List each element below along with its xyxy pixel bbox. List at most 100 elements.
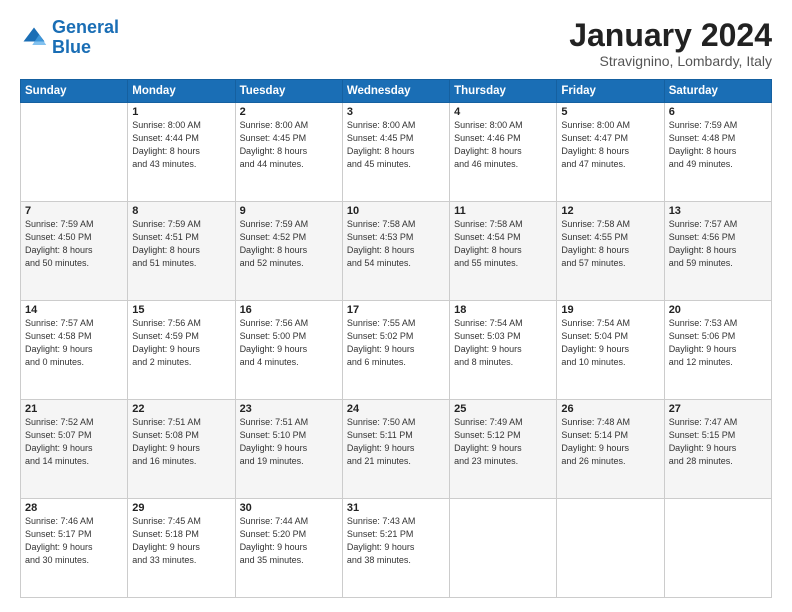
day-number: 22 bbox=[132, 403, 230, 415]
day-info: Sunrise: 7:51 AM Sunset: 5:08 PM Dayligh… bbox=[132, 416, 230, 468]
table-row: 22Sunrise: 7:51 AM Sunset: 5:08 PM Dayli… bbox=[128, 400, 235, 499]
col-friday: Friday bbox=[557, 80, 664, 103]
day-number: 16 bbox=[240, 304, 338, 316]
title-block: January 2024 Stravignino, Lombardy, Ital… bbox=[569, 18, 772, 69]
day-number: 4 bbox=[454, 106, 552, 118]
day-info: Sunrise: 8:00 AM Sunset: 4:45 PM Dayligh… bbox=[240, 119, 338, 171]
table-row: 25Sunrise: 7:49 AM Sunset: 5:12 PM Dayli… bbox=[450, 400, 557, 499]
calendar-table: Sunday Monday Tuesday Wednesday Thursday… bbox=[20, 79, 772, 598]
table-row: 7Sunrise: 7:59 AM Sunset: 4:50 PM Daylig… bbox=[21, 202, 128, 301]
day-info: Sunrise: 7:59 AM Sunset: 4:51 PM Dayligh… bbox=[132, 218, 230, 270]
day-number: 20 bbox=[669, 304, 767, 316]
day-info: Sunrise: 7:56 AM Sunset: 5:00 PM Dayligh… bbox=[240, 317, 338, 369]
day-info: Sunrise: 7:59 AM Sunset: 4:48 PM Dayligh… bbox=[669, 119, 767, 171]
day-info: Sunrise: 7:46 AM Sunset: 5:17 PM Dayligh… bbox=[25, 515, 123, 567]
table-row: 24Sunrise: 7:50 AM Sunset: 5:11 PM Dayli… bbox=[342, 400, 449, 499]
table-row: 16Sunrise: 7:56 AM Sunset: 5:00 PM Dayli… bbox=[235, 301, 342, 400]
day-number: 7 bbox=[25, 205, 123, 217]
table-row: 29Sunrise: 7:45 AM Sunset: 5:18 PM Dayli… bbox=[128, 499, 235, 598]
day-number: 13 bbox=[669, 205, 767, 217]
day-info: Sunrise: 7:52 AM Sunset: 5:07 PM Dayligh… bbox=[25, 416, 123, 468]
day-info: Sunrise: 7:56 AM Sunset: 4:59 PM Dayligh… bbox=[132, 317, 230, 369]
col-monday: Monday bbox=[128, 80, 235, 103]
table-row bbox=[450, 499, 557, 598]
day-info: Sunrise: 7:59 AM Sunset: 4:50 PM Dayligh… bbox=[25, 218, 123, 270]
location: Stravignino, Lombardy, Italy bbox=[569, 53, 772, 69]
day-number: 24 bbox=[347, 403, 445, 415]
day-number: 1 bbox=[132, 106, 230, 118]
table-row bbox=[557, 499, 664, 598]
day-number: 23 bbox=[240, 403, 338, 415]
day-info: Sunrise: 7:54 AM Sunset: 5:03 PM Dayligh… bbox=[454, 317, 552, 369]
table-row: 15Sunrise: 7:56 AM Sunset: 4:59 PM Dayli… bbox=[128, 301, 235, 400]
header: General Blue January 2024 Stravignino, L… bbox=[20, 18, 772, 69]
day-info: Sunrise: 8:00 AM Sunset: 4:44 PM Dayligh… bbox=[132, 119, 230, 171]
table-row: 30Sunrise: 7:44 AM Sunset: 5:20 PM Dayli… bbox=[235, 499, 342, 598]
day-number: 5 bbox=[561, 106, 659, 118]
table-row: 13Sunrise: 7:57 AM Sunset: 4:56 PM Dayli… bbox=[664, 202, 771, 301]
day-number: 29 bbox=[132, 502, 230, 514]
day-number: 3 bbox=[347, 106, 445, 118]
page: General Blue January 2024 Stravignino, L… bbox=[0, 0, 792, 612]
table-row: 8Sunrise: 7:59 AM Sunset: 4:51 PM Daylig… bbox=[128, 202, 235, 301]
day-number: 18 bbox=[454, 304, 552, 316]
day-number: 19 bbox=[561, 304, 659, 316]
table-row: 17Sunrise: 7:55 AM Sunset: 5:02 PM Dayli… bbox=[342, 301, 449, 400]
day-number: 30 bbox=[240, 502, 338, 514]
col-sunday: Sunday bbox=[21, 80, 128, 103]
day-number: 2 bbox=[240, 106, 338, 118]
day-info: Sunrise: 7:51 AM Sunset: 5:10 PM Dayligh… bbox=[240, 416, 338, 468]
calendar-week-row: 1Sunrise: 8:00 AM Sunset: 4:44 PM Daylig… bbox=[21, 103, 772, 202]
logo-line2: Blue bbox=[52, 37, 91, 57]
day-info: Sunrise: 7:48 AM Sunset: 5:14 PM Dayligh… bbox=[561, 416, 659, 468]
table-row: 2Sunrise: 8:00 AM Sunset: 4:45 PM Daylig… bbox=[235, 103, 342, 202]
day-info: Sunrise: 7:57 AM Sunset: 4:56 PM Dayligh… bbox=[669, 218, 767, 270]
day-info: Sunrise: 7:53 AM Sunset: 5:06 PM Dayligh… bbox=[669, 317, 767, 369]
logo-text: General Blue bbox=[52, 18, 119, 58]
col-wednesday: Wednesday bbox=[342, 80, 449, 103]
logo: General Blue bbox=[20, 18, 119, 58]
logo-line1: General bbox=[52, 17, 119, 37]
day-number: 9 bbox=[240, 205, 338, 217]
day-number: 25 bbox=[454, 403, 552, 415]
day-number: 28 bbox=[25, 502, 123, 514]
day-info: Sunrise: 7:50 AM Sunset: 5:11 PM Dayligh… bbox=[347, 416, 445, 468]
calendar-week-row: 14Sunrise: 7:57 AM Sunset: 4:58 PM Dayli… bbox=[21, 301, 772, 400]
table-row: 31Sunrise: 7:43 AM Sunset: 5:21 PM Dayli… bbox=[342, 499, 449, 598]
calendar-week-row: 7Sunrise: 7:59 AM Sunset: 4:50 PM Daylig… bbox=[21, 202, 772, 301]
day-info: Sunrise: 7:57 AM Sunset: 4:58 PM Dayligh… bbox=[25, 317, 123, 369]
col-thursday: Thursday bbox=[450, 80, 557, 103]
day-info: Sunrise: 7:58 AM Sunset: 4:54 PM Dayligh… bbox=[454, 218, 552, 270]
day-number: 15 bbox=[132, 304, 230, 316]
day-info: Sunrise: 7:55 AM Sunset: 5:02 PM Dayligh… bbox=[347, 317, 445, 369]
day-number: 26 bbox=[561, 403, 659, 415]
table-row: 28Sunrise: 7:46 AM Sunset: 5:17 PM Dayli… bbox=[21, 499, 128, 598]
table-row bbox=[21, 103, 128, 202]
table-row: 11Sunrise: 7:58 AM Sunset: 4:54 PM Dayli… bbox=[450, 202, 557, 301]
day-number: 31 bbox=[347, 502, 445, 514]
day-number: 12 bbox=[561, 205, 659, 217]
day-info: Sunrise: 7:44 AM Sunset: 5:20 PM Dayligh… bbox=[240, 515, 338, 567]
table-row: 12Sunrise: 7:58 AM Sunset: 4:55 PM Dayli… bbox=[557, 202, 664, 301]
calendar-week-row: 28Sunrise: 7:46 AM Sunset: 5:17 PM Dayli… bbox=[21, 499, 772, 598]
day-number: 6 bbox=[669, 106, 767, 118]
col-tuesday: Tuesday bbox=[235, 80, 342, 103]
day-info: Sunrise: 7:58 AM Sunset: 4:53 PM Dayligh… bbox=[347, 218, 445, 270]
table-row: 4Sunrise: 8:00 AM Sunset: 4:46 PM Daylig… bbox=[450, 103, 557, 202]
day-info: Sunrise: 7:45 AM Sunset: 5:18 PM Dayligh… bbox=[132, 515, 230, 567]
day-info: Sunrise: 7:54 AM Sunset: 5:04 PM Dayligh… bbox=[561, 317, 659, 369]
table-row bbox=[664, 499, 771, 598]
calendar-week-row: 21Sunrise: 7:52 AM Sunset: 5:07 PM Dayli… bbox=[21, 400, 772, 499]
table-row: 21Sunrise: 7:52 AM Sunset: 5:07 PM Dayli… bbox=[21, 400, 128, 499]
table-row: 5Sunrise: 8:00 AM Sunset: 4:47 PM Daylig… bbox=[557, 103, 664, 202]
table-row: 26Sunrise: 7:48 AM Sunset: 5:14 PM Dayli… bbox=[557, 400, 664, 499]
day-info: Sunrise: 8:00 AM Sunset: 4:47 PM Dayligh… bbox=[561, 119, 659, 171]
calendar-header-row: Sunday Monday Tuesday Wednesday Thursday… bbox=[21, 80, 772, 103]
table-row: 3Sunrise: 8:00 AM Sunset: 4:45 PM Daylig… bbox=[342, 103, 449, 202]
day-info: Sunrise: 8:00 AM Sunset: 4:45 PM Dayligh… bbox=[347, 119, 445, 171]
table-row: 19Sunrise: 7:54 AM Sunset: 5:04 PM Dayli… bbox=[557, 301, 664, 400]
table-row: 9Sunrise: 7:59 AM Sunset: 4:52 PM Daylig… bbox=[235, 202, 342, 301]
day-number: 10 bbox=[347, 205, 445, 217]
day-number: 14 bbox=[25, 304, 123, 316]
day-info: Sunrise: 7:49 AM Sunset: 5:12 PM Dayligh… bbox=[454, 416, 552, 468]
